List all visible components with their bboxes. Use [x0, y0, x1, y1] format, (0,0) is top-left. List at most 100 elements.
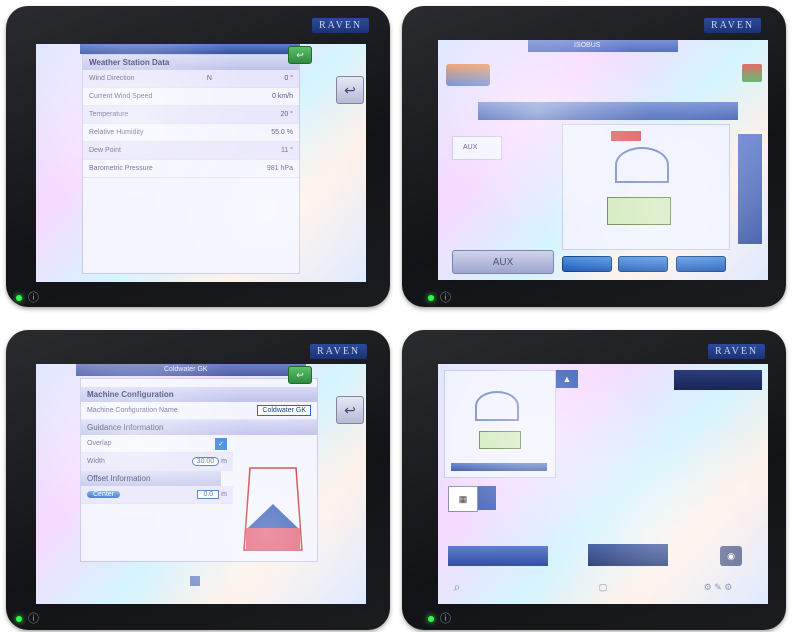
settings-icon[interactable]: ⚙ ✎ ⚙ — [688, 580, 748, 594]
weather-row: Barometric Pressure 981 hPa — [83, 160, 299, 178]
status-strip — [674, 370, 762, 390]
weather-row: Dew Point 11 ° — [83, 142, 299, 160]
weather-row-mid: N — [206, 75, 212, 82]
gauge-icon — [475, 391, 519, 421]
display-run-screen: RAVEN ▲ ▦ ◉ ⌕ ▢ ⚙ ✎ ⚙ ⓘ — [402, 330, 786, 630]
rate-box — [611, 131, 641, 141]
home-icon[interactable]: ▢ — [596, 580, 610, 594]
weather-row: Wind Direction N 0 ° — [83, 70, 299, 88]
screen-run: ▲ ▦ ◉ ⌕ ▢ ⚙ ✎ ⚙ — [438, 364, 768, 604]
power-icon[interactable]: ⓘ — [440, 610, 451, 626]
title-label: ISOBUS — [574, 42, 601, 49]
top-tab-bar — [80, 44, 300, 54]
weather-row-label: Current Wind Speed — [89, 93, 153, 100]
weather-row-value: 11 ° — [280, 147, 293, 154]
weather-row-label: Relative Humidity — [89, 129, 144, 136]
coverage-area — [246, 528, 300, 550]
brand-logo: RAVEN — [708, 344, 766, 359]
weather-row-value: 981 hPa — [266, 165, 293, 172]
weather-row-label: Dew Point — [89, 147, 121, 154]
power-led — [16, 616, 22, 622]
brand-logo: RAVEN — [310, 344, 368, 359]
right-toolbar — [738, 134, 762, 244]
widget-icon[interactable] — [478, 486, 496, 510]
gauge-icon — [615, 147, 669, 183]
aux-button[interactable]: AUX — [452, 250, 554, 274]
overlap-row: Overlap ✓ — [81, 435, 233, 453]
offset-header: Offset Information — [81, 471, 221, 486]
brand-logo: RAVEN — [312, 18, 370, 33]
bottom-tool-group — [448, 546, 548, 566]
nav-right-button[interactable] — [676, 256, 726, 272]
title-bar: Coldwater GK — [76, 364, 306, 376]
mini-nav-bar — [451, 463, 547, 471]
nav-left-button[interactable] — [562, 256, 612, 272]
power-led — [428, 295, 434, 301]
aux-box-label: AUX — [463, 144, 478, 151]
weather-row-value: 0 ° — [284, 75, 293, 82]
config-name-row: Machine Configuration Name Coldwater GK — [81, 402, 317, 420]
boom-icon — [607, 197, 671, 225]
width-field[interactable]: 30.00 — [191, 457, 220, 466]
boom-icon — [479, 431, 521, 449]
side-back-button[interactable]: ↩ — [336, 396, 364, 424]
weather-row-label: Wind Direction — [89, 75, 135, 82]
aux-label: AUX — [492, 256, 514, 268]
display-weather-station: RAVEN Weather Station Data Wind Directio… — [6, 6, 390, 307]
weather-row-label: Barometric Pressure — [89, 165, 153, 172]
mini-vt-window[interactable] — [444, 370, 556, 478]
weather-row-value: 55.0 % — [271, 129, 293, 136]
back-button[interactable]: ↩ — [288, 366, 312, 384]
nav-arrow-icon[interactable]: ▲ — [556, 370, 578, 388]
overlap-checkbox[interactable]: ✓ — [215, 437, 227, 450]
weather-row: Relative Humidity 55.0 % — [83, 124, 299, 142]
weather-row-label: Temperature — [89, 111, 129, 118]
boom-diagram — [243, 467, 303, 551]
power-led — [16, 295, 22, 301]
side-back-button[interactable]: ↩ — [336, 76, 364, 104]
width-label: Width — [87, 458, 105, 465]
tractor-icon[interactable] — [742, 64, 762, 82]
offset-row: Center 0.0 m — [81, 486, 233, 504]
width-row: Width 30.00 m — [81, 453, 233, 471]
weather-row: Temperature 20 ° — [83, 106, 299, 124]
screen-machine-config: Coldwater GK Machine Configuration Machi… — [36, 364, 366, 604]
panel-title: Weather Station Data — [83, 55, 299, 70]
return-icon: ↩ — [344, 81, 356, 98]
back-button[interactable]: ↩ — [288, 46, 312, 64]
screen-isobus: ISOBUS AUX AUX — [438, 40, 768, 280]
power-icon[interactable]: ⓘ — [28, 289, 39, 305]
aux-box: AUX — [452, 136, 502, 160]
width-unit: m — [221, 458, 227, 465]
panel-title: Machine Configuration — [81, 387, 317, 402]
implement-icon[interactable] — [446, 64, 490, 86]
overlap-label: Overlap — [87, 440, 112, 447]
power-led — [428, 616, 434, 622]
overlap-triangle — [248, 504, 298, 528]
return-icon: ↩ — [296, 49, 304, 60]
display-machine-config: RAVEN Coldwater GK Machine Configuration… — [6, 330, 390, 630]
guidance-header: Guidance Information — [81, 420, 317, 435]
offset-field[interactable]: 0.0 — [197, 490, 220, 499]
title-label: Coldwater GK — [164, 366, 208, 373]
nav-middle-button[interactable] — [618, 256, 668, 272]
display-isobus: RAVEN ISOBUS AUX AUX ⓘ — [402, 6, 786, 307]
weather-row-value: 0 km/h — [271, 93, 293, 100]
return-icon: ↩ — [296, 369, 304, 380]
calendar-icon[interactable]: ▦ — [448, 486, 478, 512]
config-name-field[interactable]: Coldwater GK — [257, 405, 311, 416]
weather-row: Current Wind Speed 0 km/h — [83, 88, 299, 106]
power-icon[interactable]: ⓘ — [28, 610, 39, 626]
power-icon[interactable]: ⓘ — [440, 289, 451, 305]
screen-weather: Weather Station Data Wind Direction N 0 ° C… — [36, 44, 366, 282]
offset-unit: m — [221, 491, 227, 498]
return-icon: ↩ — [344, 401, 356, 418]
search-icon[interactable]: ⌕ — [450, 580, 464, 594]
weather-row-value: 20 ° — [280, 111, 293, 118]
section-map — [562, 124, 730, 250]
title-bar: ISOBUS — [528, 40, 678, 52]
offset-mode-select[interactable]: Center — [87, 491, 121, 498]
camera-button[interactable]: ◉ — [720, 546, 742, 566]
tool-strip — [478, 102, 738, 120]
weather-panel: Weather Station Data Wind Direction N 0 ° C… — [82, 54, 300, 274]
